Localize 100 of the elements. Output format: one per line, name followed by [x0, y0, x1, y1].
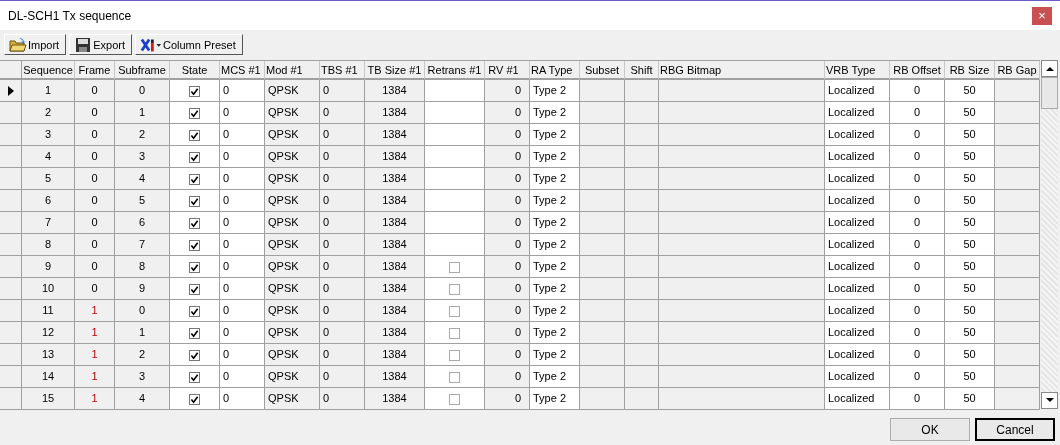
table-cell: 1384	[365, 322, 425, 344]
column-header[interactable]: Subset	[580, 61, 625, 80]
checkbox[interactable]	[189, 261, 200, 273]
checkbox[interactable]	[189, 349, 200, 361]
table-cell	[625, 388, 659, 410]
column-header[interactable]: RB Offset	[890, 61, 945, 80]
table-cell: Localized	[825, 146, 890, 168]
table-cell: 0	[220, 212, 265, 234]
table-cell: 0	[485, 168, 530, 190]
table-cell: Localized	[825, 168, 890, 190]
checkbox[interactable]	[449, 393, 460, 405]
scroll-up-button[interactable]	[1041, 60, 1058, 77]
scroll-thumb[interactable]	[1041, 77, 1058, 109]
table-cell: 1384	[365, 80, 425, 102]
table-cell: 0	[320, 344, 365, 366]
table-cell	[580, 124, 625, 146]
table-cell	[995, 344, 1040, 366]
table-cell: 0	[320, 168, 365, 190]
checkbox[interactable]	[189, 327, 200, 339]
table-cell: 8	[115, 256, 170, 278]
checkbox[interactable]	[189, 393, 200, 405]
column-header[interactable]: RA Type	[530, 61, 580, 80]
column-header[interactable]: Retrans #1	[425, 61, 485, 80]
column-header[interactable]: Mod #1	[265, 61, 320, 80]
column-header[interactable]: TB Size #1	[365, 61, 425, 80]
table-cell: 0	[485, 300, 530, 322]
checkbox[interactable]	[449, 349, 460, 361]
table-cell: 50	[945, 366, 995, 388]
checkbox[interactable]	[449, 283, 460, 295]
table-cell: 1	[115, 102, 170, 124]
table-cell: 1384	[365, 146, 425, 168]
preset-button[interactable]: Column Preset	[135, 34, 243, 55]
column-header[interactable]: RB Size	[945, 61, 995, 80]
checkbox[interactable]	[189, 371, 200, 383]
dialog-button[interactable]: OK	[890, 418, 970, 441]
table-cell: 50	[945, 256, 995, 278]
table-cell: 0	[890, 278, 945, 300]
table-cell	[625, 366, 659, 388]
checkbox[interactable]	[189, 85, 200, 97]
checkbox[interactable]	[449, 327, 460, 339]
column-header[interactable]: TBS #1	[320, 61, 365, 80]
table-cell: 50	[945, 124, 995, 146]
table-cell: 0	[320, 322, 365, 344]
scroll-down-button[interactable]	[1041, 392, 1058, 409]
table-cell: 0	[220, 388, 265, 410]
checkbox[interactable]	[189, 151, 200, 163]
table-cell: 0	[75, 256, 115, 278]
table-cell: QPSK	[265, 124, 320, 146]
checkbox[interactable]	[449, 371, 460, 383]
checkbox[interactable]	[189, 195, 200, 207]
column-header[interactable]: RB Gap	[995, 61, 1040, 80]
column-header[interactable]: RV #1	[485, 61, 530, 80]
table-cell: 0	[320, 212, 365, 234]
tools-icon	[140, 36, 162, 53]
table-cell: 0	[75, 278, 115, 300]
table-cell: QPSK	[265, 190, 320, 212]
checkbox[interactable]	[189, 283, 200, 295]
table-cell: 9	[22, 256, 75, 278]
checkbox[interactable]	[189, 305, 200, 317]
column-header[interactable]: RBG Bitmap	[659, 61, 825, 80]
checkbox[interactable]	[189, 107, 200, 119]
column-header[interactable]: MCS #1	[220, 61, 265, 80]
table-cell: QPSK	[265, 366, 320, 388]
table-cell: 4	[22, 146, 75, 168]
row-header[interactable]	[0, 80, 22, 102]
checkbox[interactable]	[189, 239, 200, 251]
scrollbar[interactable]	[1041, 60, 1058, 409]
column-header[interactable]: VRB Type	[825, 61, 890, 80]
table-cell: Localized	[825, 124, 890, 146]
table-cell: 50	[945, 146, 995, 168]
column-header[interactable]: Subframe	[115, 61, 170, 80]
column-header[interactable]: Shift	[625, 61, 659, 80]
table-cell	[625, 300, 659, 322]
table-cell: Localized	[825, 102, 890, 124]
table-cell: 1	[75, 322, 115, 344]
column-header[interactable]: State	[170, 61, 220, 80]
export-button[interactable]: Export	[69, 34, 132, 55]
table-cell: 0	[115, 300, 170, 322]
checkbox[interactable]	[189, 217, 200, 229]
table-cell: QPSK	[265, 300, 320, 322]
table-cell: 2	[115, 344, 170, 366]
checkbox[interactable]	[449, 305, 460, 317]
checkbox[interactable]	[449, 261, 460, 273]
checkbox[interactable]	[189, 129, 200, 141]
table-cell: 0	[485, 256, 530, 278]
import-button[interactable]: Import	[4, 34, 67, 55]
table-cell	[995, 234, 1040, 256]
dialog-button[interactable]: Cancel	[975, 418, 1055, 441]
table-cell	[580, 168, 625, 190]
table-cell: 0	[320, 388, 365, 410]
table-cell: 0	[320, 190, 365, 212]
checkbox[interactable]	[189, 173, 200, 185]
table-cell	[425, 80, 485, 102]
table-cell: Type 2	[530, 256, 580, 278]
close-button[interactable]: ×	[1032, 6, 1052, 25]
table-cell: 1384	[365, 300, 425, 322]
table-cell: 50	[945, 102, 995, 124]
column-header[interactable]: Frame	[75, 61, 115, 80]
table-cell	[995, 168, 1040, 190]
column-header[interactable]: Sequence	[22, 61, 75, 80]
